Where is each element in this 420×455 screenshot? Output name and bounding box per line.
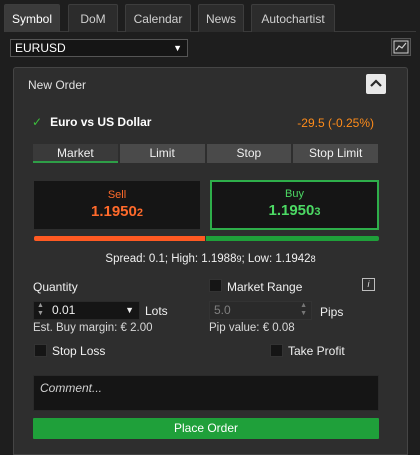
stop-loss-checkbox[interactable]: [34, 344, 47, 357]
comment-field[interactable]: Comment...: [33, 375, 379, 411]
tab-dom[interactable]: DoM: [68, 4, 118, 32]
pips-label: Pips: [320, 305, 344, 319]
sell-label: Sell: [107, 189, 127, 201]
tab-calendar[interactable]: Calendar: [125, 4, 191, 32]
market-range-checkbox[interactable]: [209, 279, 222, 292]
symbol-select[interactable]: EURUSD ▼: [10, 39, 188, 57]
lots-label: Lots: [145, 304, 168, 318]
pips-input[interactable]: 5.0 ▲ ▼: [209, 301, 312, 320]
buy-margin: Est. Buy margin: € 2.00: [33, 322, 153, 334]
chevron-down-icon: ▼: [125, 305, 134, 315]
chart-button[interactable]: [391, 38, 411, 56]
stepper-icon[interactable]: ▲ ▼: [300, 302, 307, 318]
sell-button[interactable]: Sell 1.19502: [34, 181, 200, 229]
tab-bar: Symbol DoM Calendar News Autochartist: [4, 4, 416, 32]
instrument-label: Euro vs US Dollar: [50, 115, 152, 129]
tab-autochartist[interactable]: Autochartist: [251, 4, 335, 32]
place-order-button[interactable]: Place Order: [33, 418, 379, 439]
order-type-stop-limit[interactable]: Stop Limit: [293, 144, 378, 163]
tab-symbol[interactable]: Symbol: [4, 4, 60, 32]
instrument-name: ✓ Euro vs US Dollar: [32, 115, 151, 129]
pip-value: Pip value: € 0.08: [209, 322, 295, 334]
take-profit-checkbox[interactable]: [270, 344, 283, 357]
price-change: -29.5 (-0.25%): [297, 116, 374, 130]
chevron-up-icon: [370, 79, 382, 87]
quantity-label: Quantity: [33, 280, 78, 294]
check-icon: ✓: [32, 115, 43, 129]
buy-button[interactable]: Buy 1.19503: [210, 180, 379, 230]
info-icon[interactable]: i: [362, 278, 375, 291]
stepper-icon[interactable]: ▲ ▼: [37, 302, 44, 318]
new-order-panel: New Order ✓ Euro vs US Dollar -29.5 (-0.2…: [13, 67, 408, 455]
quantity-value: 0.01: [52, 303, 76, 317]
order-type-stop[interactable]: Stop: [206, 144, 292, 163]
panel-title: New Order: [28, 78, 87, 92]
sell-price: 1.19502: [90, 203, 143, 220]
symbol-select-value: EURUSD: [15, 41, 66, 55]
stop-loss-label: Stop Loss: [52, 344, 106, 358]
buy-bar: [206, 236, 379, 241]
pips-value: 5.0: [214, 303, 231, 317]
market-range-label: Market Range: [227, 280, 303, 294]
order-type-limit[interactable]: Limit: [119, 144, 205, 163]
chevron-down-icon: ▼: [173, 43, 182, 53]
buy-label: Buy: [285, 188, 304, 200]
take-profit-label: Take Profit: [288, 344, 345, 358]
chart-icon: [393, 40, 409, 54]
tab-news[interactable]: News: [198, 4, 244, 32]
buy-price: 1.19503: [268, 202, 321, 219]
quantity-input[interactable]: ▲ ▼ 0.01 ▼: [33, 301, 140, 320]
order-type-tabs: Market Limit Stop Stop Limit: [33, 144, 378, 163]
sell-bar: [34, 236, 205, 241]
order-type-market[interactable]: Market: [33, 144, 118, 163]
spread-info: Spread: 0.1; High: 1.19889; Low: 1.19428: [105, 253, 316, 265]
collapse-button[interactable]: [366, 74, 386, 94]
